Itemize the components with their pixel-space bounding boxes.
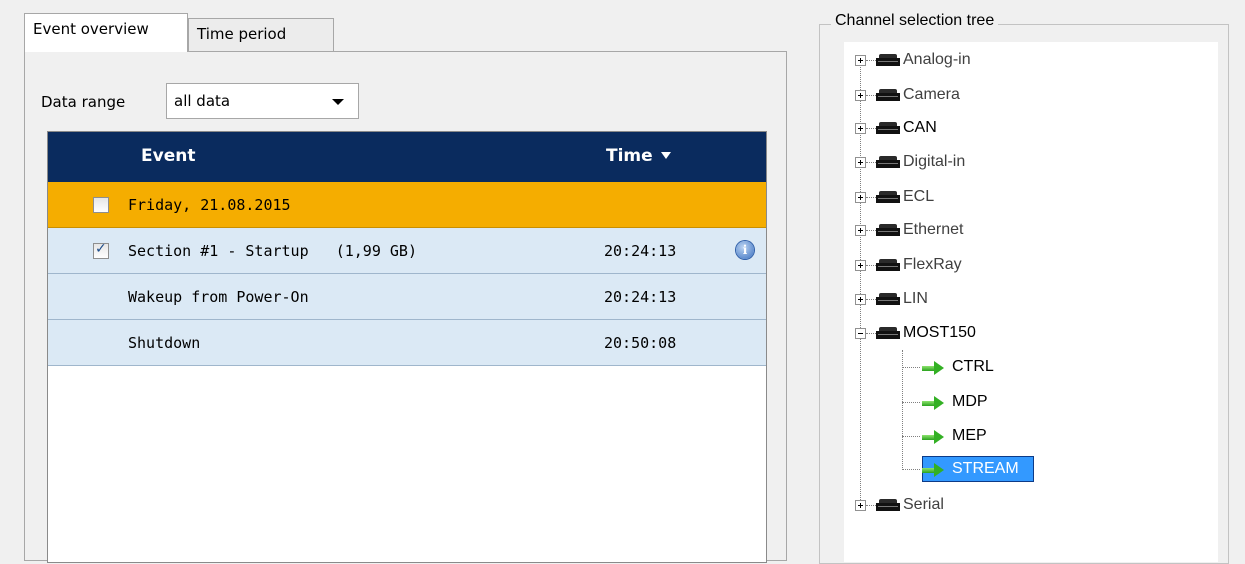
tree-connector xyxy=(866,333,876,334)
tree-connector xyxy=(866,197,876,198)
tree-connector xyxy=(902,469,920,470)
expand-icon[interactable] xyxy=(855,294,866,305)
sort-desc-icon xyxy=(660,152,671,159)
arrow-right-icon xyxy=(922,430,944,444)
event-table: Event Time Friday, 21.08.2015 Section #1… xyxy=(47,131,767,563)
collapse-icon[interactable] xyxy=(855,328,866,339)
tab-time-period[interactable]: Time period xyxy=(188,18,334,52)
tree-connector xyxy=(902,436,920,437)
channel-tree-title: Channel selection tree xyxy=(831,12,999,30)
table-row[interactable]: Wakeup from Power-On 20:24:13 xyxy=(48,274,766,320)
table-row[interactable]: Section #1 - Startup (1,99 GB) 20:24:13 … xyxy=(48,228,766,274)
device-icon xyxy=(876,259,900,271)
tree-node-label: LIN xyxy=(903,290,928,307)
date-group-label: Friday, 21.08.2015 xyxy=(128,196,291,214)
tree-connector xyxy=(866,128,876,129)
device-icon xyxy=(876,54,900,66)
data-range-label: Data range xyxy=(41,93,126,111)
tree-node-label: CTRL xyxy=(952,358,994,375)
channel-tree[interactable] xyxy=(844,42,1218,562)
tree-node-label: MEP xyxy=(952,427,987,444)
tree-connector xyxy=(866,95,876,96)
tree-node-label: ECL xyxy=(903,188,935,205)
tree-node-label: MOST150 xyxy=(903,324,976,341)
tree-node-label: CAN xyxy=(903,119,937,136)
expand-icon[interactable] xyxy=(855,90,866,101)
time-cell: 20:24:13 xyxy=(604,288,677,306)
tree-connector xyxy=(902,350,903,470)
column-header-time[interactable]: Time xyxy=(606,146,671,166)
device-icon xyxy=(876,499,900,511)
expand-icon[interactable] xyxy=(855,500,866,511)
time-cell: 20:50:08 xyxy=(604,334,677,352)
tree-node-label: MDP xyxy=(952,393,988,410)
expand-icon[interactable] xyxy=(855,157,866,168)
arrow-right-icon xyxy=(922,463,944,477)
expand-icon[interactable] xyxy=(855,225,866,236)
device-icon xyxy=(876,327,900,339)
time-cell: 20:24:13 xyxy=(604,242,677,260)
tree-node-label: STREAM xyxy=(952,460,1019,477)
device-icon xyxy=(876,89,900,101)
event-overview-panel: Data range all data Event Time Friday, 2… xyxy=(24,51,787,563)
tree-node-label: Serial xyxy=(903,496,944,513)
tree-node-label: FlexRay xyxy=(903,256,962,273)
tree-connector xyxy=(866,265,876,266)
arrow-right-icon xyxy=(922,361,944,375)
table-header: Event Time xyxy=(48,132,766,182)
section-checkbox[interactable] xyxy=(93,241,109,259)
date-group-row[interactable]: Friday, 21.08.2015 xyxy=(48,182,766,228)
device-icon xyxy=(876,122,900,134)
expand-icon[interactable] xyxy=(855,55,866,66)
tree-node-label: Digital-in xyxy=(903,153,966,170)
device-icon xyxy=(876,224,900,236)
event-cell: Wakeup from Power-On xyxy=(128,288,309,306)
data-range-dropdown[interactable]: all data xyxy=(166,83,359,119)
expand-icon[interactable] xyxy=(855,192,866,203)
device-icon xyxy=(876,293,900,305)
chevron-down-icon xyxy=(332,99,344,105)
expand-icon[interactable] xyxy=(855,123,866,134)
device-icon xyxy=(876,156,900,168)
tree-connector xyxy=(866,230,876,231)
tree-node-label: Analog-in xyxy=(903,51,971,68)
device-icon xyxy=(876,191,900,203)
info-icon[interactable]: i xyxy=(736,241,754,259)
tree-connector xyxy=(902,367,920,368)
tree-connector xyxy=(866,299,876,300)
tree-connector xyxy=(866,505,876,506)
tree-connector xyxy=(902,402,920,403)
tree-node-label: Ethernet xyxy=(903,221,964,238)
event-cell: Section #1 - Startup (1,99 GB) xyxy=(128,242,417,260)
data-range-value: all data xyxy=(174,92,231,110)
expand-icon[interactable] xyxy=(855,260,866,271)
table-row[interactable]: Shutdown 20:50:08 xyxy=(48,320,766,366)
tab-event-overview[interactable]: Event overview xyxy=(24,13,188,52)
column-header-time-label: Time xyxy=(606,146,653,166)
tree-connector xyxy=(866,162,876,163)
tree-node-label: Camera xyxy=(903,86,960,103)
column-header-event[interactable]: Event xyxy=(141,146,195,166)
tree-connector xyxy=(866,60,876,61)
arrow-right-icon xyxy=(922,396,944,410)
event-cell: Shutdown xyxy=(128,334,201,352)
date-group-checkbox[interactable] xyxy=(93,197,109,213)
